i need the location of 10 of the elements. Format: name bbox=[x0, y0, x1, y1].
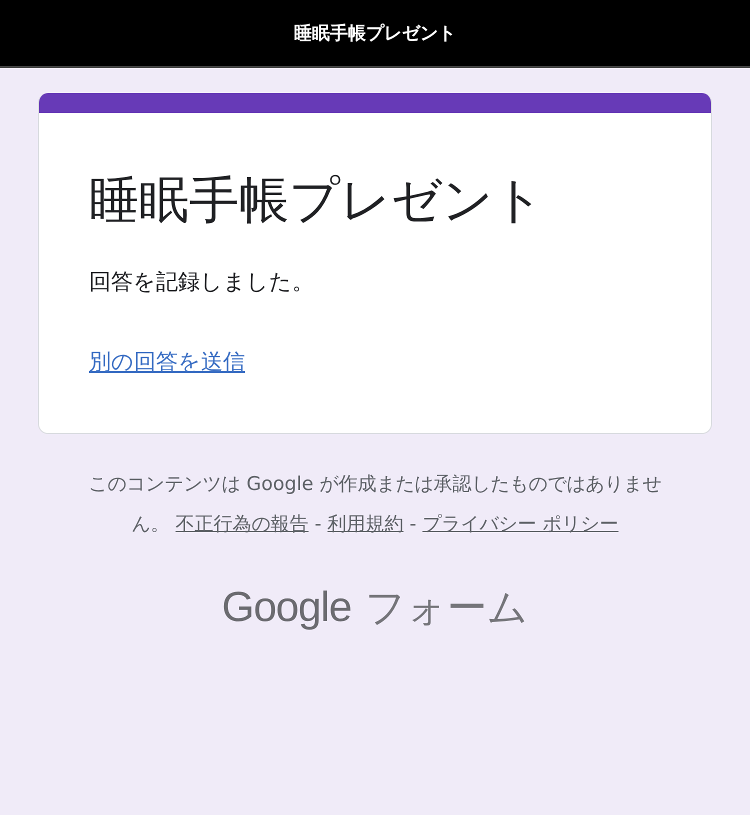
brand-logo: Google bbox=[222, 583, 352, 631]
confirmation-message: 回答を記録しました。 bbox=[89, 269, 315, 297]
disclaimer-text: このコンテンツは Google が作成または承認したものではありません。 不正行為の報告 - 利用規約 - プライバシー ポリシー bbox=[87, 472, 663, 537]
product-name: フォーム bbox=[365, 584, 528, 633]
form-title: 睡眠手帳プレゼント bbox=[89, 170, 545, 231]
page-title: 睡眠手帳プレゼント bbox=[294, 22, 456, 45]
submit-another-link[interactable]: 別の回答を送信 bbox=[89, 347, 245, 377]
footer-link[interactable]: 不正行為の報告 bbox=[176, 513, 309, 535]
footer-link[interactable]: 利用規約 bbox=[328, 513, 404, 535]
footer-link[interactable]: プライバシー ポリシー bbox=[422, 513, 618, 535]
